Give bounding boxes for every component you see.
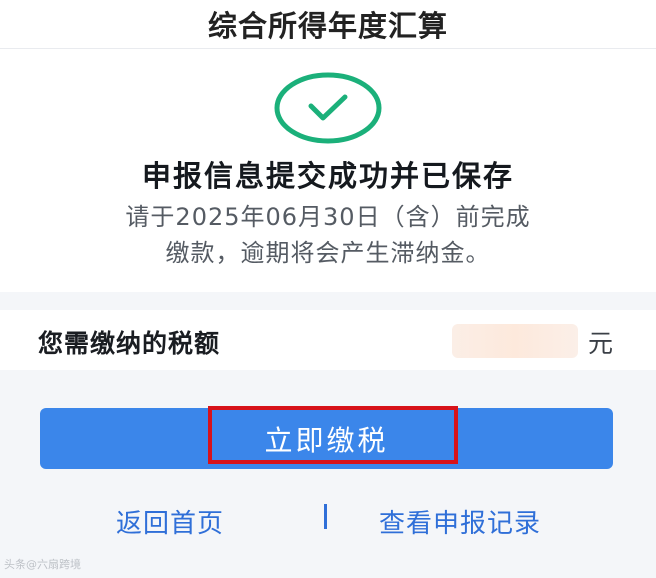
page: 综合所得年度汇算 申报信息提交成功并已保存 请于2025年06月30日（含）前完… <box>0 0 656 578</box>
watermark: 头条@六扇跨境 <box>4 558 81 571</box>
back-to-home-link[interactable]: 返回首页 <box>116 503 224 540</box>
result-title: 申报信息提交成功并已保存 <box>141 159 514 193</box>
pay-now-button[interactable]: 立即缴税 <box>40 408 613 469</box>
view-filing-records-link[interactable]: 查看申报记录 <box>379 503 541 540</box>
tax-amount-label: 您需缴纳的税额 <box>38 329 221 358</box>
tax-amount-row: 您需缴纳的税额 元 <box>0 310 656 370</box>
page-title: 综合所得年度汇算 <box>207 9 448 43</box>
pay-now-label: 立即缴税 <box>264 423 389 457</box>
result-card: 申报信息提交成功并已保存 请于2025年06月30日（含）前完成缴款，逾期将会产… <box>0 49 656 292</box>
check-circle-icon <box>272 72 384 148</box>
link-divider <box>324 504 327 529</box>
payment-deadline-notice: 请于2025年06月30日（含）前完成缴款，逾期将会产生滞纳金。 <box>125 203 531 267</box>
tax-amount-value-redacted <box>452 324 578 358</box>
currency-unit: 元 <box>588 329 614 358</box>
header-bar: 综合所得年度汇算 <box>0 0 656 49</box>
